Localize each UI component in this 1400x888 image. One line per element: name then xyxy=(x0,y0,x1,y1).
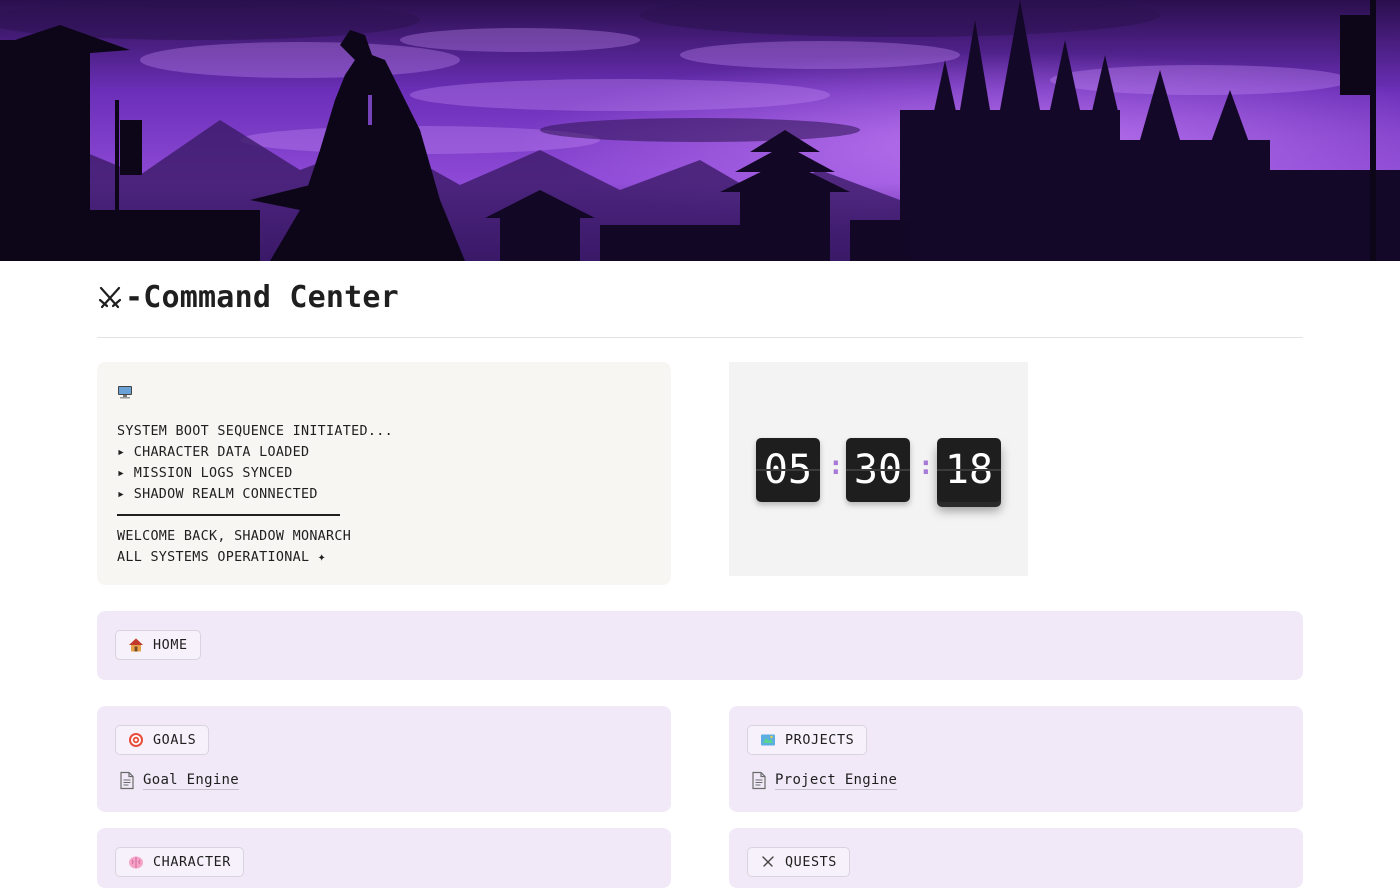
clock-minutes: 30 xyxy=(846,438,910,502)
goal-engine-link[interactable]: Goal Engine xyxy=(119,771,240,790)
console-line: ALL SYSTEMS OPERATIONAL ✦ xyxy=(117,550,327,565)
home-label: HOME xyxy=(153,637,188,653)
quests-card: QUESTS xyxy=(729,828,1303,888)
clock-seconds: 18 xyxy=(937,438,1001,502)
page-title: -Command Center xyxy=(97,280,399,315)
project-engine-link[interactable]: Project Engine xyxy=(751,771,898,790)
document-icon xyxy=(752,771,766,790)
console-line: SYSTEM BOOT SEQUENCE INITIATED... xyxy=(117,424,393,439)
projects-card: PROJECTS Project Engine xyxy=(729,706,1303,812)
quests-button[interactable]: QUESTS xyxy=(747,847,850,877)
home-button[interactable]: HOME xyxy=(115,630,201,660)
goal-engine-label: Goal Engine xyxy=(143,772,240,790)
project-engine-label: Project Engine xyxy=(775,772,898,790)
document-icon xyxy=(120,771,134,790)
house-icon xyxy=(129,638,143,652)
console-line: ▸ CHARACTER DATA LOADED xyxy=(117,445,310,460)
goals-button[interactable]: GOALS xyxy=(115,725,210,755)
console-line: ▸ SHADOW REALM CONNECTED xyxy=(117,487,318,502)
clock-separator: : xyxy=(918,451,934,481)
target-icon xyxy=(129,733,143,747)
projects-label: PROJECTS xyxy=(785,732,855,748)
console-line: WELCOME BACK, SHADOW MONARCH xyxy=(117,529,352,544)
character-card: CHARACTER xyxy=(97,828,671,888)
character-label: CHARACTER xyxy=(153,854,231,870)
page-title-text: -Command Center xyxy=(125,280,399,315)
desktop-computer-icon xyxy=(118,386,132,399)
title-divider xyxy=(97,337,1303,338)
swords-icon xyxy=(762,856,774,867)
console-rule xyxy=(117,514,340,516)
boot-console-callout: SYSTEM BOOT SEQUENCE INITIATED... ▸ CHAR… xyxy=(97,362,671,585)
clock-hours: 05 xyxy=(756,438,820,502)
quests-label: QUESTS xyxy=(785,854,837,870)
home-card: HOME xyxy=(97,611,1303,680)
character-button[interactable]: CHARACTER xyxy=(115,847,244,877)
crossed-swords-icon xyxy=(98,286,122,308)
console-line: ▸ MISSION LOGS SYNCED xyxy=(117,466,293,481)
brain-icon xyxy=(129,856,143,869)
flip-clock-widget: 05 : 30 : 18 xyxy=(729,362,1028,576)
clock-separator: : xyxy=(828,451,844,481)
goals-label: GOALS xyxy=(153,732,197,748)
projects-button[interactable]: PROJECTS xyxy=(747,725,868,755)
map-icon xyxy=(761,734,775,746)
goals-card: GOALS Goal Engine xyxy=(97,706,671,812)
cover-image xyxy=(0,0,1400,261)
